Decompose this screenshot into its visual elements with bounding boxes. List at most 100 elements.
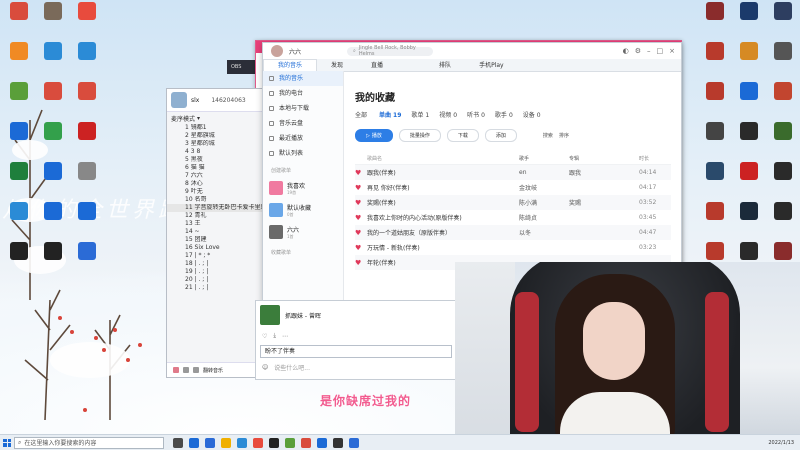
desktop-icon[interactable]	[698, 2, 732, 42]
close-icon[interactable]: ×	[669, 47, 675, 55]
collection-subtab[interactable]: 视频 0	[439, 110, 457, 119]
user-name[interactable]: 六六	[289, 47, 301, 56]
desktop-icon[interactable]	[2, 242, 36, 282]
member-row[interactable]: 8 沐心	[167, 180, 263, 188]
emoji-icon[interactable]: ☺	[262, 364, 268, 371]
sidebar-playlist[interactable]: 默认收藏 0首	[263, 199, 343, 221]
desktop-icon[interactable]	[36, 42, 70, 82]
maximize-icon[interactable]: □	[657, 47, 664, 55]
col-duration[interactable]: 时长	[639, 155, 669, 162]
member-row[interactable]: 16 Six Love	[167, 244, 263, 252]
collection-subtab[interactable]: 歌手 0	[495, 110, 513, 119]
member-row[interactable]: 7 六六	[167, 172, 263, 180]
desktop-icon[interactable]	[766, 122, 800, 162]
heart-icon[interactable]: ♥	[355, 229, 367, 237]
avatar-icon[interactable]	[173, 367, 179, 373]
desktop-icon[interactable]	[732, 42, 766, 82]
music-tab[interactable]: 手机Play	[465, 60, 518, 71]
minimize-icon[interactable]: –	[647, 47, 651, 55]
collection-subtab[interactable]: 单曲 19	[379, 110, 401, 119]
desktop-icon[interactable]	[70, 162, 104, 202]
desktop-icon[interactable]	[70, 42, 104, 82]
taskbar-app-icon[interactable]	[221, 437, 231, 448]
taskbar-app-icon[interactable]	[269, 437, 279, 448]
song-artist[interactable]: 陈绮贞	[519, 213, 569, 222]
sidebar-item[interactable]: 我的电台	[263, 86, 343, 101]
member-row[interactable]: 14 ~	[167, 228, 263, 236]
desktop-icon[interactable]	[36, 162, 70, 202]
start-button[interactable]	[0, 435, 14, 450]
sidebar-playlist[interactable]: 六六 1首	[263, 221, 343, 243]
member-row[interactable]: 6 猫 猫	[167, 164, 263, 172]
member-row[interactable]: 13 王	[167, 220, 263, 228]
song-row[interactable]: ♥ 再见 你好(伴奏) 金玟岐 04:17	[355, 180, 671, 195]
song-album[interactable]: 奖赐	[569, 198, 639, 207]
taskbar-app-icon[interactable]	[205, 437, 215, 448]
mini-player-panel[interactable]: 抓跟妹 - 曾晖 ♡ ⤓ ⋯ 盼不了伴奏 ☺ 说些什么吧...	[255, 300, 457, 380]
desktop-icon[interactable]	[732, 122, 766, 162]
member-row[interactable]: 10 名哥	[167, 196, 263, 204]
taskbar-app-icon[interactable]	[285, 437, 295, 448]
desktop-icon[interactable]	[766, 202, 800, 242]
sidebar-item[interactable]: 默认列表	[263, 146, 343, 161]
desktop-icon[interactable]	[698, 122, 732, 162]
desktop-icon[interactable]	[36, 202, 70, 242]
desktop-icon[interactable]	[698, 42, 732, 82]
member-row[interactable]: 12 青礼	[167, 212, 263, 220]
song-artist[interactable]: en	[519, 169, 569, 176]
search-list-button[interactable]: 搜索	[543, 132, 553, 139]
song-album[interactable]: 跟我	[569, 168, 639, 177]
member-row[interactable]: 2 星都旗城	[167, 132, 263, 140]
desktop-icon[interactable]	[2, 162, 36, 202]
desktop-icon[interactable]	[36, 82, 70, 122]
now-playing-title[interactable]: 抓跟妹 - 曾晖	[285, 311, 321, 320]
user-avatar[interactable]	[271, 45, 283, 57]
sidebar-item[interactable]: 最近播放	[263, 131, 343, 146]
music-tab[interactable]: 直播	[357, 60, 397, 71]
taskbar-app-icon[interactable]	[173, 437, 183, 448]
desktop-icon[interactable]	[698, 202, 732, 242]
song-title[interactable]: 再见 你好(伴奏)	[367, 183, 519, 192]
desktop-icon[interactable]	[70, 122, 104, 162]
taskbar-app-icon[interactable]	[253, 437, 263, 448]
member-row[interactable]: 3 星都的城	[167, 140, 263, 148]
song-row[interactable]: ♥ 我喜欢上你时的内心活动(原版伴奏) 陈绮贞 03:45	[355, 210, 671, 225]
heart-icon[interactable]: ♡	[262, 333, 267, 340]
member-row[interactable]: 15 团建	[167, 236, 263, 244]
col-artist[interactable]: 歌手	[519, 155, 569, 162]
member-row[interactable]: 19 | . ; |	[167, 268, 263, 276]
desktop-icon[interactable]	[766, 2, 800, 42]
taskbar-app-icon[interactable]	[189, 437, 199, 448]
member-row[interactable]: 9 叶无	[167, 188, 263, 196]
speaker-icon[interactable]	[193, 367, 199, 373]
collection-subtab[interactable]: 全部	[355, 110, 369, 119]
desktop-icon[interactable]	[70, 82, 104, 122]
desktop-icon[interactable]	[36, 242, 70, 282]
song-artist[interactable]: 以冬	[519, 228, 569, 237]
music-search-input[interactable]: ⌕ Jingle Bell Rock, Bobby Helms	[347, 45, 434, 57]
voice-chat-window[interactable]: slx 146204063 麦序模式 ▾ 1 镜都1 2 星都旗城 3 星都的城 4 …	[166, 88, 264, 378]
desktop-icon[interactable]	[70, 2, 104, 42]
collection-subtab[interactable]: 设备 0	[523, 110, 541, 119]
taskbar-search[interactable]: ⌕ 在这里输入你要搜索的内容	[14, 436, 164, 449]
song-title[interactable]: 我喜欢上你时的内心活动(原版伴奏)	[367, 213, 519, 222]
col-title[interactable]: 歌曲名	[367, 155, 519, 162]
sidebar-item[interactable]: 我的音乐	[263, 71, 343, 86]
heart-icon[interactable]: ♥	[355, 199, 367, 207]
desktop-icon[interactable]	[766, 162, 800, 202]
heart-icon[interactable]: ♥	[355, 184, 367, 192]
batch-button[interactable]: 批量操作	[398, 129, 441, 142]
desktop-icon[interactable]	[732, 162, 766, 202]
member-row[interactable]: 20 | . ; |	[167, 276, 263, 284]
mic-icon[interactable]	[183, 367, 189, 373]
member-row[interactable]: 5 黑夜	[167, 156, 263, 164]
song-artist[interactable]: 陈小满	[519, 198, 569, 207]
sidebar-item[interactable]: 本地与下载	[263, 101, 343, 116]
message-input[interactable]: ☺ 说些什么吧...	[256, 360, 456, 375]
taskbar-app-icon[interactable]	[349, 437, 359, 448]
desktop-icon[interactable]	[70, 202, 104, 242]
member-row[interactable]: 17 | * ; *	[167, 252, 263, 260]
music-tab[interactable]: 我的音乐	[263, 59, 318, 71]
taskbar-app-icon[interactable]	[333, 437, 343, 448]
music-tab[interactable]: 发现	[317, 60, 357, 71]
